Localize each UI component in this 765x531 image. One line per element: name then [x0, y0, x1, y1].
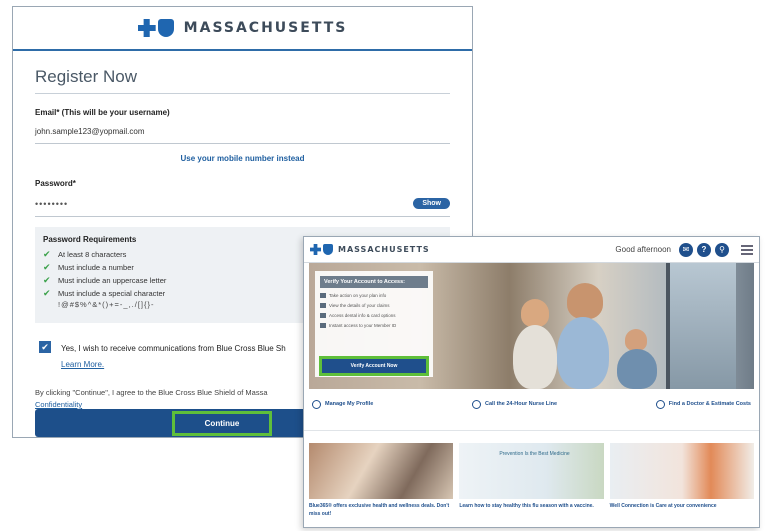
card-image — [609, 443, 754, 499]
check-icon: ✔ — [43, 288, 51, 298]
hero-person-image — [521, 299, 549, 327]
check-icon: ✔ — [43, 249, 51, 259]
page-title: Register Now — [35, 67, 138, 86]
verify-benefit-item: View the details of your claims — [320, 303, 428, 308]
hero-person-image — [513, 325, 557, 389]
card-image: Prevention Is the Best Medicine — [459, 443, 604, 499]
chat-icon[interactable]: ✉ — [679, 242, 693, 257]
consent-checkbox[interactable]: ✔ — [39, 341, 51, 353]
search-icon[interactable]: ⚲ — [715, 242, 729, 257]
hero-person-image — [625, 329, 647, 351]
bcbs-logo-icon — [137, 19, 174, 37]
promo-cards: Blue365® offers exclusive health and wel… — [304, 431, 759, 518]
hero-banner: Verify Your Account to Access: Take acti… — [309, 263, 754, 389]
verify-benefit-item: Access dental info & card options — [320, 313, 428, 318]
help-icon[interactable]: ? — [697, 242, 711, 257]
card-caption: Well Connection is Care at your convenie… — [609, 503, 717, 509]
password-label: Password* — [35, 179, 76, 188]
phone-icon — [471, 399, 481, 409]
verify-benefit-item: Take action on your plan info — [320, 293, 428, 298]
promo-card[interactable]: Prevention Is the Best Medicine Learn ho… — [459, 443, 604, 518]
brand-name: MASSACHUSETTS — [183, 20, 348, 36]
email-field[interactable]: john.sample123@yopmail.com — [35, 127, 450, 136]
brand-name: MASSACHUSETTS — [338, 245, 430, 254]
promo-card[interactable]: Well Connection is Care at your convenie… — [609, 443, 754, 518]
verify-card-title: Verify Your Account to Access: — [320, 276, 428, 288]
benefit-icon — [320, 323, 326, 328]
verify-benefit-item: Instant access to your Member ID — [320, 323, 428, 328]
profile-icon — [312, 399, 321, 409]
card-caption: Blue365® offers exclusive health and wel… — [309, 503, 450, 517]
promo-headline: Prevention Is the Best Medicine — [499, 451, 570, 457]
register-header: MASSACHUSETTS — [13, 7, 472, 51]
check-icon: ✔ — [43, 262, 51, 272]
password-field[interactable]: •••••••• — [35, 199, 68, 209]
bcbs-logo-icon — [310, 244, 333, 255]
hero-person-image — [557, 317, 609, 389]
benefit-icon — [320, 313, 326, 318]
card-image — [309, 443, 454, 499]
consent-text: Yes, I wish to receive communications fr… — [61, 344, 286, 353]
hero-door-image — [666, 263, 736, 389]
nurse-line-link[interactable]: Call the 24-Hour Nurse Line — [471, 397, 557, 411]
greeting: Good afternoon — [615, 245, 671, 254]
check-icon: ✔ — [43, 275, 51, 285]
benefit-icon — [320, 303, 326, 308]
verify-account-button[interactable]: Verify Account Now — [319, 356, 429, 376]
home-window: MASSACHUSETTS Good afternoon ✉ ? ⚲ Verif… — [303, 236, 760, 528]
learn-more-link[interactable]: Learn More. — [61, 357, 286, 373]
continue-button[interactable]: Continue — [172, 411, 272, 436]
email-underline — [35, 143, 450, 144]
title-divider — [35, 93, 450, 94]
card-caption: Learn how to stay healthy this flu seaso… — [459, 503, 594, 509]
password-underline — [35, 216, 450, 217]
promo-card[interactable]: Blue365® offers exclusive health and wel… — [309, 443, 454, 518]
hero-person-image — [617, 349, 657, 389]
email-label: Email* (This will be your username) — [35, 108, 170, 117]
find-doctor-link[interactable]: Find a Doctor & Estimate Costs — [655, 397, 751, 411]
use-mobile-link[interactable]: Use your mobile number instead — [35, 154, 450, 163]
menu-icon[interactable] — [741, 244, 753, 255]
quick-links: Manage My Profile Call the 24-Hour Nurse… — [304, 397, 759, 431]
benefit-icon — [320, 293, 326, 298]
show-password-button[interactable]: Show — [413, 198, 450, 209]
manage-profile-link[interactable]: Manage My Profile — [312, 397, 373, 411]
home-header: MASSACHUSETTS Good afternoon ✉ ? ⚲ — [304, 237, 759, 263]
verify-account-card: Verify Your Account to Access: Take acti… — [315, 271, 433, 377]
doctor-icon — [655, 399, 665, 409]
hero-person-image — [567, 283, 603, 319]
